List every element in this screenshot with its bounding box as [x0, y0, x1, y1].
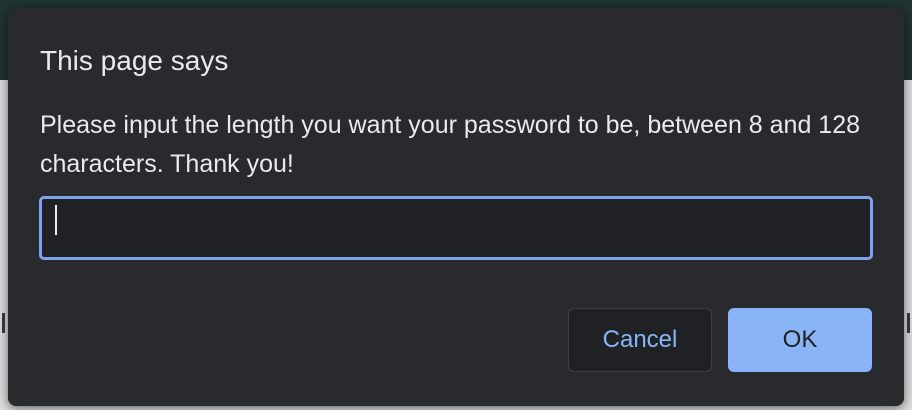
page-edge-mark-right: [907, 313, 910, 333]
prompt-dialog: This page says Please input the length y…: [8, 8, 904, 406]
cancel-button[interactable]: Cancel: [568, 308, 712, 372]
text-cursor: [55, 205, 57, 235]
dialog-title: This page says: [40, 45, 229, 76]
dialog-message: Please input the length you want your pa…: [40, 111, 861, 178]
page-edge-mark-left: [2, 313, 5, 333]
ok-button[interactable]: OK: [728, 308, 872, 372]
password-length-input[interactable]: [39, 196, 873, 260]
